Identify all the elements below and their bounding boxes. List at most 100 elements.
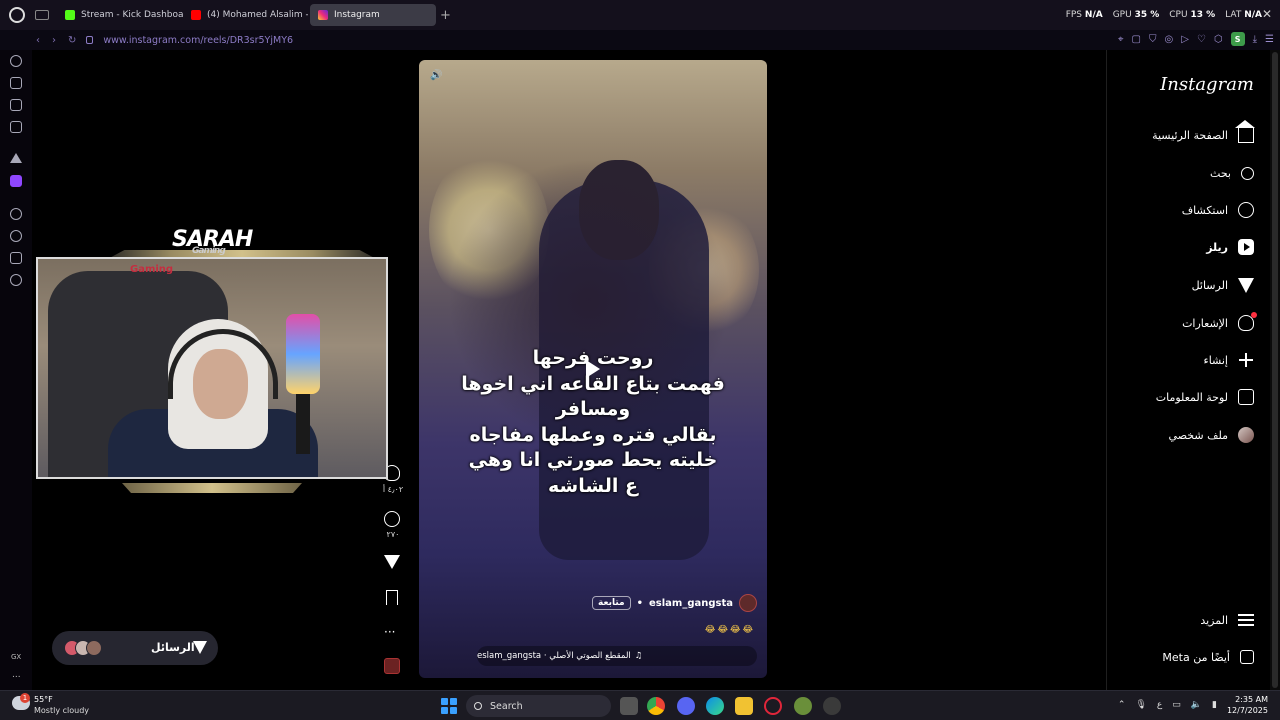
nav-messages[interactable]: الرسائل	[1192, 274, 1254, 296]
messages-pill[interactable]: الرسائل	[52, 631, 218, 665]
caption-line: خليته يحط صورتي انا وهي	[468, 449, 718, 471]
comment-icon[interactable]	[384, 511, 400, 527]
fps-stat: FPS N/A	[1065, 10, 1103, 20]
reel-video[interactable]: 🔊 روحت فرحها فهمت بتاع القاعه اني اخوها …	[419, 60, 767, 678]
webcam-feed: Gaming	[36, 257, 388, 479]
tab-instagram[interactable]: Instagram	[310, 4, 436, 26]
forward-button-icon[interactable]: ›	[52, 35, 56, 46]
mic-stand	[296, 394, 310, 454]
audio-track-button[interactable]: ♫ المقطع الصوتي الأصلي · eslam_gangsta	[477, 646, 757, 666]
instagram-logo[interactable]: Instagram	[1160, 74, 1254, 95]
chrome-icon[interactable]	[647, 697, 665, 715]
search-icon	[474, 702, 482, 710]
follow-button[interactable]: متابعة	[592, 596, 631, 610]
network-icon[interactable]: ▭	[1172, 700, 1181, 710]
nav-dashboard[interactable]: لوحة المعلومات	[1156, 386, 1254, 408]
tab-label: Instagram	[334, 10, 380, 20]
sidebar-settings-icon[interactable]	[10, 274, 22, 286]
scrollbar-thumb[interactable]	[1272, 52, 1278, 688]
chevron-up-icon[interactable]: ⌃	[1118, 700, 1126, 710]
windows-start-icon[interactable]	[441, 698, 457, 714]
volume-icon[interactable]: 🔈	[1191, 700, 1202, 710]
close-window-icon[interactable]: ✕	[1262, 7, 1272, 21]
app-icon[interactable]	[823, 697, 841, 715]
play-icon[interactable]	[586, 360, 600, 378]
extensions-icon[interactable]: ⬡	[1214, 34, 1223, 45]
back-button-icon[interactable]: ‹	[36, 35, 40, 46]
shield-icon[interactable]: ⛉	[1149, 34, 1157, 45]
share-icon[interactable]	[384, 555, 400, 569]
tab-youtube[interactable]: (4) Mohamed Alsalim - Ara	[183, 4, 308, 26]
author-username[interactable]: eslam_gangsta	[649, 598, 733, 609]
sidebar-arc-icon[interactable]	[10, 153, 22, 163]
opera-gx-icon[interactable]	[764, 697, 782, 715]
extension-s-icon[interactable]: S	[1230, 32, 1245, 46]
battery-icon[interactable]: ▮	[1212, 700, 1217, 710]
messages-label: الرسائل	[151, 641, 195, 654]
sidebar-history-icon[interactable]	[10, 230, 22, 242]
author-avatar[interactable]	[739, 594, 757, 612]
volume-icon[interactable]: 🔊	[430, 70, 442, 81]
language-indicator[interactable]: ع	[1157, 700, 1162, 710]
nav-home[interactable]: الصفحة الرئيسية	[1152, 120, 1255, 146]
task-view-icon[interactable]	[620, 697, 638, 715]
instagram-favicon-icon	[318, 10, 328, 20]
sidebar-twitch-icon[interactable]	[10, 175, 22, 187]
save-icon[interactable]	[386, 590, 398, 605]
sidebar-refresh-icon[interactable]	[10, 55, 22, 67]
new-tab-button[interactable]: +	[440, 8, 451, 23]
microphone-icon[interactable]: 🎙	[1135, 700, 1146, 710]
taskbar-search[interactable]: Search	[466, 695, 611, 717]
pin-icon[interactable]: ⌖	[1118, 34, 1124, 45]
home-icon	[1235, 120, 1255, 143]
gpu-stat: GPU 35 %	[1112, 10, 1160, 20]
lat-stat: LAT N/A	[1225, 10, 1262, 20]
nav-create[interactable]: إنشاء	[1204, 349, 1254, 371]
audio-thumbnail[interactable]	[384, 658, 400, 674]
reload-button-icon[interactable]: ↻	[68, 35, 76, 46]
sidebar-more-icon[interactable]: ...	[12, 670, 21, 680]
kick-favicon-icon	[65, 10, 75, 20]
file-explorer-icon[interactable]	[735, 697, 753, 715]
page-scrollbar[interactable]	[1270, 50, 1280, 690]
play-icon[interactable]: ▷	[1181, 34, 1189, 45]
weather-condition[interactable]: Mostly cloudy	[34, 706, 89, 715]
sidebar-cleaner-icon[interactable]	[10, 77, 22, 89]
nav-profile[interactable]: ملف شخصي	[1169, 424, 1254, 446]
discord-icon[interactable]	[677, 697, 695, 715]
sidebar-extensions-icon[interactable]	[10, 252, 22, 264]
tab-menu-icon[interactable]	[35, 10, 49, 20]
clock[interactable]: 2:35 AM 12/7/2025	[1227, 694, 1268, 716]
nav-reels[interactable]: ريلز	[1206, 236, 1254, 258]
edge-icon[interactable]	[706, 697, 724, 715]
message-avatars	[64, 640, 102, 656]
opera-gx-logo-icon[interactable]	[9, 7, 25, 23]
cpu-stat: CPU 13 %	[1169, 10, 1216, 20]
url-field[interactable]: www.instagram.com/reels/DR3sr5YjMY6	[103, 35, 293, 46]
send-icon	[193, 641, 207, 654]
nav-more[interactable]: المزيد	[1200, 609, 1254, 631]
plus-icon	[1238, 352, 1254, 368]
nav-explore[interactable]: استكشاف	[1182, 199, 1254, 221]
temperature[interactable]: 55°F	[34, 695, 53, 704]
menu-icon	[1238, 614, 1254, 626]
sidebar-player-icon[interactable]	[10, 208, 22, 220]
comment-count: ٢٧٠	[386, 530, 400, 539]
nav-also-from-meta[interactable]: أيضًا من Meta	[1162, 646, 1254, 668]
camera-icon[interactable]: ◎	[1164, 34, 1173, 45]
nav-search[interactable]: بحث	[1210, 162, 1254, 184]
tab-kick-dashboard[interactable]: Stream - Kick Dashboard	[57, 4, 183, 26]
app-icon[interactable]	[794, 697, 812, 715]
overlay-frame-bottom	[122, 483, 302, 493]
sidebar-limiter-icon[interactable]	[10, 99, 22, 111]
screenshot-icon[interactable]: ▢	[1132, 34, 1141, 45]
more-options-icon[interactable]: ···	[384, 625, 400, 641]
menu-icon[interactable]: ☰	[1265, 34, 1274, 45]
avatar	[86, 640, 102, 656]
nav-notifications[interactable]: الإشعارات	[1182, 312, 1257, 334]
download-icon[interactable]: ⤓	[1253, 34, 1257, 45]
sidebar-mods-icon[interactable]	[10, 121, 22, 133]
heart-icon[interactable]: ♡	[1197, 34, 1206, 45]
lock-icon	[86, 36, 94, 44]
gx-label[interactable]: GX	[11, 653, 21, 661]
